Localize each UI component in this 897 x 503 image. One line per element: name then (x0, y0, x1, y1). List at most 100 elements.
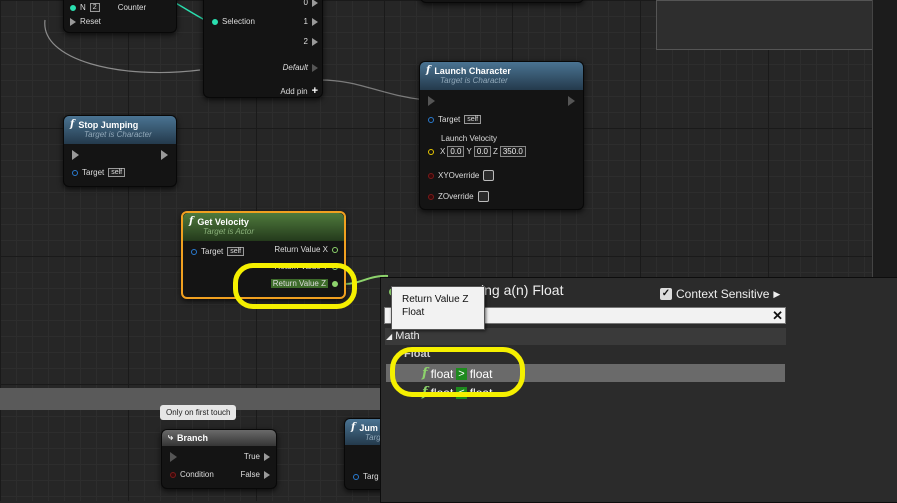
pin-2-row: 2 (304, 37, 318, 46)
get-velocity-subtitle: Target is Actor (203, 227, 254, 236)
branch-title: Branch (177, 432, 209, 443)
category-math-label: Math (395, 330, 420, 342)
target-pin[interactable] (191, 248, 197, 255)
pin-1-row: 1 (304, 17, 318, 26)
plus-icon: + (311, 85, 318, 97)
z-label: Z (492, 147, 498, 156)
pin-2-exec[interactable] (312, 37, 318, 46)
chevron-right-icon: ▶ (773, 288, 781, 299)
get-velocity-title: Get Velocity (197, 216, 249, 227)
close-icon[interactable]: ✕ (772, 308, 783, 323)
target-pin[interactable] (353, 473, 359, 480)
function-icon: f (189, 216, 194, 227)
return-x-label: Return Value X (274, 245, 328, 254)
context-menu-title: ing a(n) Float (481, 282, 564, 298)
y-field[interactable]: 0.0 (473, 146, 491, 157)
reset-exec-pin[interactable] (70, 17, 76, 26)
n-pin-row: N 2 Counter (70, 3, 146, 12)
launch-character-node[interactable]: f Launch Character Target is Character Ta… (419, 61, 584, 210)
branch-icon: ⤷ (168, 432, 174, 442)
xy-override-checkbox[interactable] (483, 170, 495, 181)
exec-out-pin[interactable] (161, 150, 168, 160)
false-row: False (240, 470, 270, 479)
wire-exec (319, 79, 426, 101)
z-override-label: ZOverride (438, 192, 474, 201)
false-exec-pin[interactable] (264, 470, 270, 479)
launch-velocity-label: Launch Velocity (441, 134, 498, 143)
selection-pin[interactable] (212, 18, 218, 25)
target-label: Target (82, 168, 105, 177)
xy-override-pin[interactable] (428, 172, 434, 179)
pin-1-exec[interactable] (312, 17, 318, 26)
x-label: X (440, 147, 446, 156)
context-sensitive-toggle[interactable]: ✓ Context Sensitive ▶ (660, 287, 780, 301)
tooltip-line2: Float (402, 307, 425, 318)
n-value[interactable]: 2 (89, 3, 100, 12)
pin-0-label: 0 (303, 0, 308, 7)
z-override-pin[interactable] (428, 193, 434, 200)
launch-velocity-row: X 0.0 Y 0.0 Z 350.0 (428, 146, 526, 157)
exec-in-pin[interactable] (72, 150, 79, 160)
function-icon: f (70, 119, 75, 130)
launch-character-header: f Launch Character Target is Character (420, 62, 583, 90)
default-exec[interactable] (312, 63, 318, 72)
true-label: True (243, 452, 260, 461)
launch-character-subtitle: Target is Character (440, 76, 508, 85)
z-override-checkbox[interactable] (477, 191, 489, 202)
get-velocity-header: f Get Velocity Target is Actor (183, 213, 344, 241)
category-bar (385, 328, 786, 345)
branch-node[interactable]: ⤷ Branch True Condition False (161, 429, 277, 489)
target-value: self (108, 168, 126, 177)
top-node-fragment[interactable] (420, 0, 584, 3)
exec-out-pin[interactable] (568, 96, 575, 106)
triangle-down-icon: ◢ (386, 332, 393, 341)
x-field[interactable]: 0.0 (447, 146, 465, 157)
condition-label: Condition (180, 470, 214, 479)
add-pin-label: Add pin (280, 86, 308, 96)
return-x-pin[interactable] (332, 246, 338, 253)
y-label: Y (466, 147, 472, 156)
category-math[interactable]: ◢ Math (386, 330, 420, 342)
selection-row: Selection (212, 17, 255, 26)
launch-velocity-pin[interactable] (428, 148, 434, 155)
true-row: True (244, 452, 270, 461)
xy-override-label: XYOverride (438, 171, 480, 180)
xy-override-row: XYOverride (428, 170, 495, 181)
n-pin[interactable] (70, 4, 76, 11)
stop-jumping-title: Stop Jumping (78, 119, 139, 130)
pin-0-exec[interactable] (312, 0, 318, 7)
context-sensitive-label: Context Sensitive (676, 287, 770, 301)
target-label: Targ (363, 472, 379, 481)
true-exec-pin[interactable] (264, 452, 270, 461)
counter-node[interactable]: N 2 Counter Reset (63, 0, 177, 33)
stop-jumping-header: f Stop Jumping Target is Character (64, 116, 176, 144)
function-icon: f (351, 422, 356, 433)
exec-in-pin[interactable] (428, 96, 435, 106)
z-field[interactable]: 350.0 (499, 146, 526, 157)
condition-pin[interactable] (170, 471, 176, 478)
reset-row: Reset (70, 17, 101, 26)
target-row: Target self (72, 168, 126, 177)
target-value: self (464, 115, 482, 124)
launch-character-title: Launch Character (434, 65, 511, 76)
exec-in-pin[interactable] (170, 452, 177, 462)
n-label: N (80, 3, 86, 12)
stop-jumping-node[interactable]: f Stop Jumping Target is Character Target… (63, 115, 177, 187)
add-pin-button[interactable]: Add pin + (280, 85, 318, 97)
stop-jumping-subtitle: Target is Character (84, 130, 152, 139)
target-pin[interactable] (428, 116, 434, 123)
pin-0-row: 0 (304, 0, 318, 7)
target-label: Target (438, 115, 461, 124)
target-row: Target self (191, 247, 245, 256)
condition-row: Condition (170, 470, 214, 479)
default-label: Default (282, 63, 308, 72)
target-pin[interactable] (72, 169, 78, 176)
z-override-row: ZOverride (428, 191, 489, 202)
false-label: False (240, 470, 260, 479)
branch-header: ⤷ Branch (162, 430, 276, 446)
tooltip-line1: Return Value Z (402, 294, 469, 305)
counter-label: Counter (117, 3, 147, 12)
comment-bubble[interactable]: Only on first touch (160, 405, 237, 420)
select-node[interactable]: Selection 0 1 2 Default Add pin + (203, 0, 323, 98)
selection-label: Selection (222, 17, 255, 26)
